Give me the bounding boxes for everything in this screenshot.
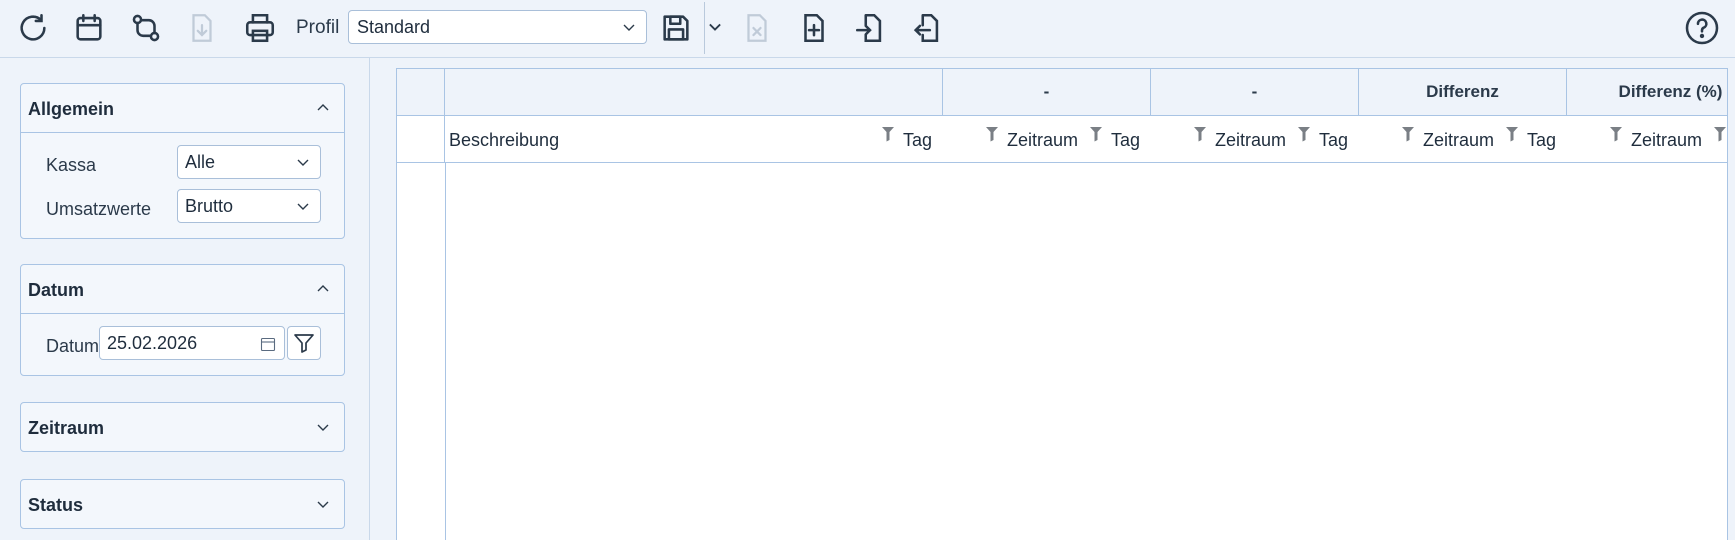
help-button[interactable] (1680, 6, 1724, 50)
column-header-tag[interactable]: Tag (1523, 116, 1627, 162)
save-icon (663, 15, 689, 41)
status-header[interactable]: Status (21, 480, 344, 528)
zeitraum-title: Zeitraum (28, 418, 105, 438)
column-header-tag[interactable]: Tag (1315, 116, 1419, 162)
column-filter-icon[interactable] (1089, 126, 1103, 142)
allgemein-title: Allgemein (28, 99, 115, 119)
datum-value: 25.02.2026 (107, 333, 198, 353)
status-title: Status (28, 495, 84, 515)
grid-group-header: - (1151, 69, 1359, 115)
column-header-zeitraum[interactable]: Zeitraum (1419, 116, 1523, 162)
column-header-beschreibung[interactable]: Beschreibung (445, 116, 899, 162)
column-header-label: Tag (1319, 130, 1349, 150)
download-button[interactable] (180, 6, 224, 50)
calendar-icon (76, 13, 102, 41)
column-header-zeitraum[interactable]: Zeitraum (1627, 116, 1731, 162)
grid-group-header: - (943, 69, 1151, 115)
grid-rownum-divider (445, 162, 446, 540)
refresh-icon (20, 13, 46, 41)
chevron-down-icon (297, 203, 309, 210)
column-header-zeitraum[interactable]: Zeitraum (1003, 116, 1107, 162)
allgemein-header[interactable]: Allgemein (21, 84, 344, 133)
grid-group-header (445, 69, 943, 115)
help-icon (1685, 11, 1719, 45)
column-filter-icon[interactable] (1609, 126, 1623, 142)
calendar-button[interactable] (67, 6, 111, 50)
filter-icon (294, 334, 314, 353)
datum-title: Datum (28, 280, 85, 300)
chevron-down-icon (317, 501, 329, 508)
delete-file-icon (747, 14, 767, 42)
grid-group-header: Differenz (1359, 69, 1567, 115)
grid-column-header-row: Beschreibung Tag Zeitraum Tag Zeitraum T… (397, 116, 1727, 163)
refresh-button[interactable] (11, 6, 55, 50)
grid-group-header-row: - - Differenz Differenz (%) (397, 69, 1727, 116)
kassa-label: Kassa (46, 155, 97, 175)
datum-card: Datum Datum 25.02.2026 (20, 264, 345, 376)
kassa-value: Alle (185, 152, 216, 172)
column-header-label: Zeitraum (1631, 130, 1703, 150)
zeitraum-card: Zeitraum (20, 402, 345, 452)
import-icon (855, 13, 882, 43)
print-button[interactable] (238, 6, 282, 50)
profil-value: Standard (357, 17, 431, 37)
export-icon (913, 13, 939, 43)
export-button[interactable] (905, 6, 949, 50)
column-header-label: Tag (1111, 130, 1141, 150)
column-header-zeitraum[interactable]: Zeitraum (1211, 116, 1315, 162)
chevron-up-icon (317, 104, 329, 111)
column-header-label: Tag (1527, 130, 1557, 150)
kassa-select[interactable]: Alle (177, 145, 321, 179)
delete-file-button[interactable] (735, 6, 779, 50)
zeitraum-header[interactable]: Zeitraum (21, 403, 344, 451)
column-filter-icon[interactable] (1505, 126, 1519, 142)
profil-select[interactable]: Standard (348, 10, 647, 44)
datum-filter-button[interactable] (287, 326, 321, 360)
datum-input[interactable]: 25.02.2026 (99, 326, 285, 360)
download-icon (192, 14, 212, 42)
column-header-label: Zeitraum (1215, 130, 1287, 150)
toolbar: Profil Standard (0, 0, 1735, 58)
toolbar-divider (704, 2, 705, 54)
datum-label: Datum (46, 336, 100, 356)
column-filter-icon[interactable] (1193, 126, 1207, 142)
chevron-up-icon (317, 285, 329, 292)
print-icon (245, 13, 275, 43)
save-button[interactable] (654, 6, 698, 50)
column-filter-icon[interactable] (1297, 126, 1311, 142)
filter-panel: Allgemein Kassa Alle Umsatzwerte Brutto … (0, 58, 370, 540)
column-header-label: Beschreibung (449, 130, 560, 150)
data-grid: - - Differenz Differenz (%) Beschreibung… (396, 68, 1728, 540)
column-filter-icon[interactable] (1713, 126, 1727, 142)
umsatzwerte-select[interactable]: Brutto (177, 189, 321, 223)
column-filter-icon[interactable] (881, 126, 895, 142)
compare-button[interactable] (124, 6, 168, 50)
umsatzwerte-value: Brutto (185, 196, 234, 216)
grid-rownum-header (397, 69, 445, 115)
grid-group-header: Differenz (%) (1567, 69, 1735, 115)
new-file-icon (804, 13, 824, 43)
chevron-down-icon (297, 159, 309, 166)
grid-rownum-column (397, 116, 445, 162)
column-filter-icon[interactable] (1401, 126, 1415, 142)
column-filter-icon[interactable] (985, 126, 999, 142)
calendar-icon[interactable] (260, 336, 276, 352)
import-button[interactable] (848, 6, 892, 50)
chevron-down-icon (317, 424, 329, 431)
compare-icon (132, 14, 160, 42)
new-file-button[interactable] (792, 6, 836, 50)
allgemein-card: Allgemein Kassa Alle Umsatzwerte Brutto (20, 83, 345, 239)
chevron-down-icon (623, 24, 635, 31)
status-card: Status (20, 479, 345, 529)
column-header-tag[interactable]: Tag (1107, 116, 1211, 162)
profil-label: Profil (296, 17, 340, 38)
column-header-label: Zeitraum (1007, 130, 1079, 150)
column-header-tag[interactable]: Tag (899, 116, 1003, 162)
umsatzwerte-label: Umsatzwerte (46, 199, 152, 219)
save-dropdown-icon[interactable] (706, 18, 724, 36)
column-header-label: Tag (903, 130, 933, 150)
datum-header[interactable]: Datum (21, 265, 344, 314)
column-header-label: Zeitraum (1423, 130, 1495, 150)
